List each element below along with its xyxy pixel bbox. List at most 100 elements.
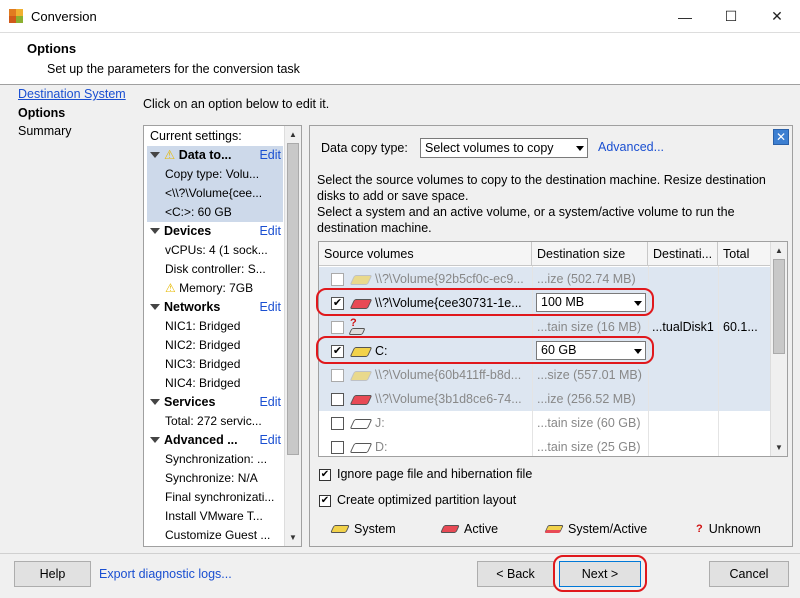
- optimize-partition-checkbox[interactable]: ✔: [319, 495, 331, 507]
- cancel-button[interactable]: Cancel: [709, 561, 789, 587]
- legend-system: System: [330, 522, 396, 536]
- setting-item-memory: ⚠ Memory: 7GB: [165, 281, 254, 295]
- section-services[interactable]: Services Edit: [144, 393, 284, 412]
- help-button[interactable]: Help: [14, 561, 91, 587]
- unknown-volume-icon: ?: [696, 523, 703, 535]
- edit-data-to-link[interactable]: Edit: [259, 146, 281, 165]
- plain-volume-icon: [349, 419, 373, 429]
- close-panel-icon[interactable]: ✕: [773, 129, 789, 145]
- table-row[interactable]: \\?\Volume{60b411ff-b8d... ...size (557.…: [319, 363, 771, 387]
- setting-item: Final synchronizati...: [165, 490, 275, 504]
- collapse-icon: [150, 152, 160, 159]
- edit-advanced-link[interactable]: Edit: [259, 431, 281, 450]
- minimize-icon: —: [678, 8, 692, 25]
- nav-options[interactable]: Options: [18, 106, 65, 120]
- collapse-icon: [150, 399, 160, 406]
- highlight-next: [553, 555, 647, 592]
- ignore-pagefile-label: Ignore page file and hibernation file: [337, 467, 533, 481]
- page-title: Options: [27, 41, 77, 56]
- warning-icon: ⚠: [165, 281, 176, 295]
- edit-devices-link[interactable]: Edit: [259, 222, 281, 241]
- collapse-icon: [150, 304, 160, 311]
- options-detail-panel: ✕ Data copy type: Select volumes to copy…: [309, 125, 793, 547]
- setting-item: <C:>: 60 GB: [165, 205, 232, 219]
- setting-item: <\\?\Volume{cee...: [165, 186, 263, 200]
- setting-item: Disk controller: S...: [165, 262, 266, 276]
- highlight-row-3: [316, 336, 654, 364]
- title-bar: Conversion — ☐ ✕: [0, 0, 800, 33]
- scroll-down-icon[interactable]: ▼: [285, 529, 301, 545]
- minimize-button[interactable]: —: [662, 0, 708, 33]
- scroll-up-icon[interactable]: ▲: [285, 126, 301, 142]
- setting-item: Synchronization: ...: [165, 452, 268, 466]
- settings-scrollbar[interactable]: ▲ ▼: [284, 126, 301, 546]
- close-icon: ✕: [771, 8, 783, 24]
- row-checkbox[interactable]: [331, 273, 344, 286]
- data-copy-label: Data copy type:: [321, 141, 408, 155]
- settings-title: Current settings:: [150, 129, 242, 143]
- scroll-up-icon[interactable]: ▲: [771, 242, 787, 258]
- row-checkbox[interactable]: [331, 393, 344, 406]
- description-2: Select a system and an active volume, or…: [317, 205, 735, 235]
- advanced-link[interactable]: Advanced...: [598, 140, 664, 154]
- scroll-thumb[interactable]: [773, 259, 785, 354]
- app-icon: [9, 9, 23, 23]
- edit-networks-link[interactable]: Edit: [259, 298, 281, 317]
- description-1: Select the source volumes to copy to the…: [317, 173, 766, 203]
- table-row[interactable]: J: ...tain size (60 GB): [319, 411, 771, 435]
- plain-volume-icon: [349, 443, 373, 453]
- page-subtitle: Set up the parameters for the conversion…: [47, 62, 300, 76]
- col-total[interactable]: Total: [718, 242, 771, 266]
- col-source-volumes[interactable]: Source volumes: [319, 242, 532, 266]
- row-checkbox[interactable]: [331, 369, 344, 382]
- active-volume-icon: [349, 395, 373, 405]
- section-data-to[interactable]: ⚠ Data to... Edit: [144, 146, 284, 165]
- setting-item: Copy type: Volu...: [165, 167, 260, 181]
- section-networks[interactable]: Networks Edit: [144, 298, 284, 317]
- scroll-down-icon[interactable]: ▼: [771, 439, 787, 455]
- col-destination-size[interactable]: Destination size: [532, 242, 648, 266]
- setting-item: Install VMware T...: [165, 509, 263, 523]
- row-checkbox[interactable]: [331, 441, 344, 454]
- setting-item: NIC1: Bridged: [165, 319, 241, 333]
- back-button[interactable]: < Back: [477, 561, 554, 587]
- setting-item: Total: 272 servic...: [165, 414, 262, 428]
- highlight-row-1: [316, 288, 654, 316]
- system-volume-icon: [330, 525, 350, 533]
- legend-active: Active: [440, 522, 498, 536]
- nav-destination-system[interactable]: Destination System: [18, 87, 126, 101]
- dropdown-arrow-icon: [576, 146, 584, 151]
- row-checkbox[interactable]: [331, 417, 344, 430]
- system-active-volume-icon: [544, 525, 564, 533]
- table-row[interactable]: D: ...tain size (25 GB): [319, 435, 771, 456]
- row-checkbox[interactable]: [331, 321, 344, 334]
- collapse-icon: [150, 437, 160, 444]
- setting-item: NIC3: Bridged: [165, 357, 241, 371]
- maximize-icon: ☐: [724, 8, 738, 24]
- col-destination[interactable]: Destinati...: [648, 242, 718, 266]
- scroll-thumb[interactable]: [287, 143, 299, 455]
- volumes-scrollbar[interactable]: ▲ ▼: [770, 242, 787, 456]
- setting-item: Customize Guest ...: [165, 528, 271, 542]
- nav-summary[interactable]: Summary: [18, 124, 71, 138]
- edit-services-link[interactable]: Edit: [259, 393, 281, 412]
- warning-icon: ⚠: [164, 148, 176, 162]
- page-header: Options Set up the parameters for the co…: [0, 33, 800, 85]
- maximize-button[interactable]: ☐: [708, 0, 754, 33]
- collapse-icon: [150, 228, 160, 235]
- instruction-text: Click on an option below to edit it.: [143, 97, 330, 111]
- close-button[interactable]: ✕: [754, 0, 800, 33]
- system-volume-icon: [349, 371, 373, 381]
- footer-separator: [0, 553, 800, 554]
- export-logs-link[interactable]: Export diagnostic logs...: [99, 567, 232, 581]
- section-advanced[interactable]: Advanced ... Edit: [144, 431, 284, 450]
- current-settings-panel: Current settings: ⚠ Data to... Edit Copy…: [143, 125, 302, 547]
- table-row[interactable]: \\?\Volume{3b1d8ce6-74... ...ize (256.52…: [319, 387, 771, 411]
- section-devices[interactable]: Devices Edit: [144, 222, 284, 241]
- system-volume-icon: [349, 275, 373, 285]
- data-copy-type-select[interactable]: Select volumes to copy: [420, 138, 588, 158]
- legend-unknown: ? Unknown: [696, 522, 761, 536]
- ignore-pagefile-checkbox[interactable]: ✔: [319, 469, 331, 481]
- unknown-disk-icon: [348, 328, 366, 335]
- legend-system-active: System/Active: [544, 522, 647, 536]
